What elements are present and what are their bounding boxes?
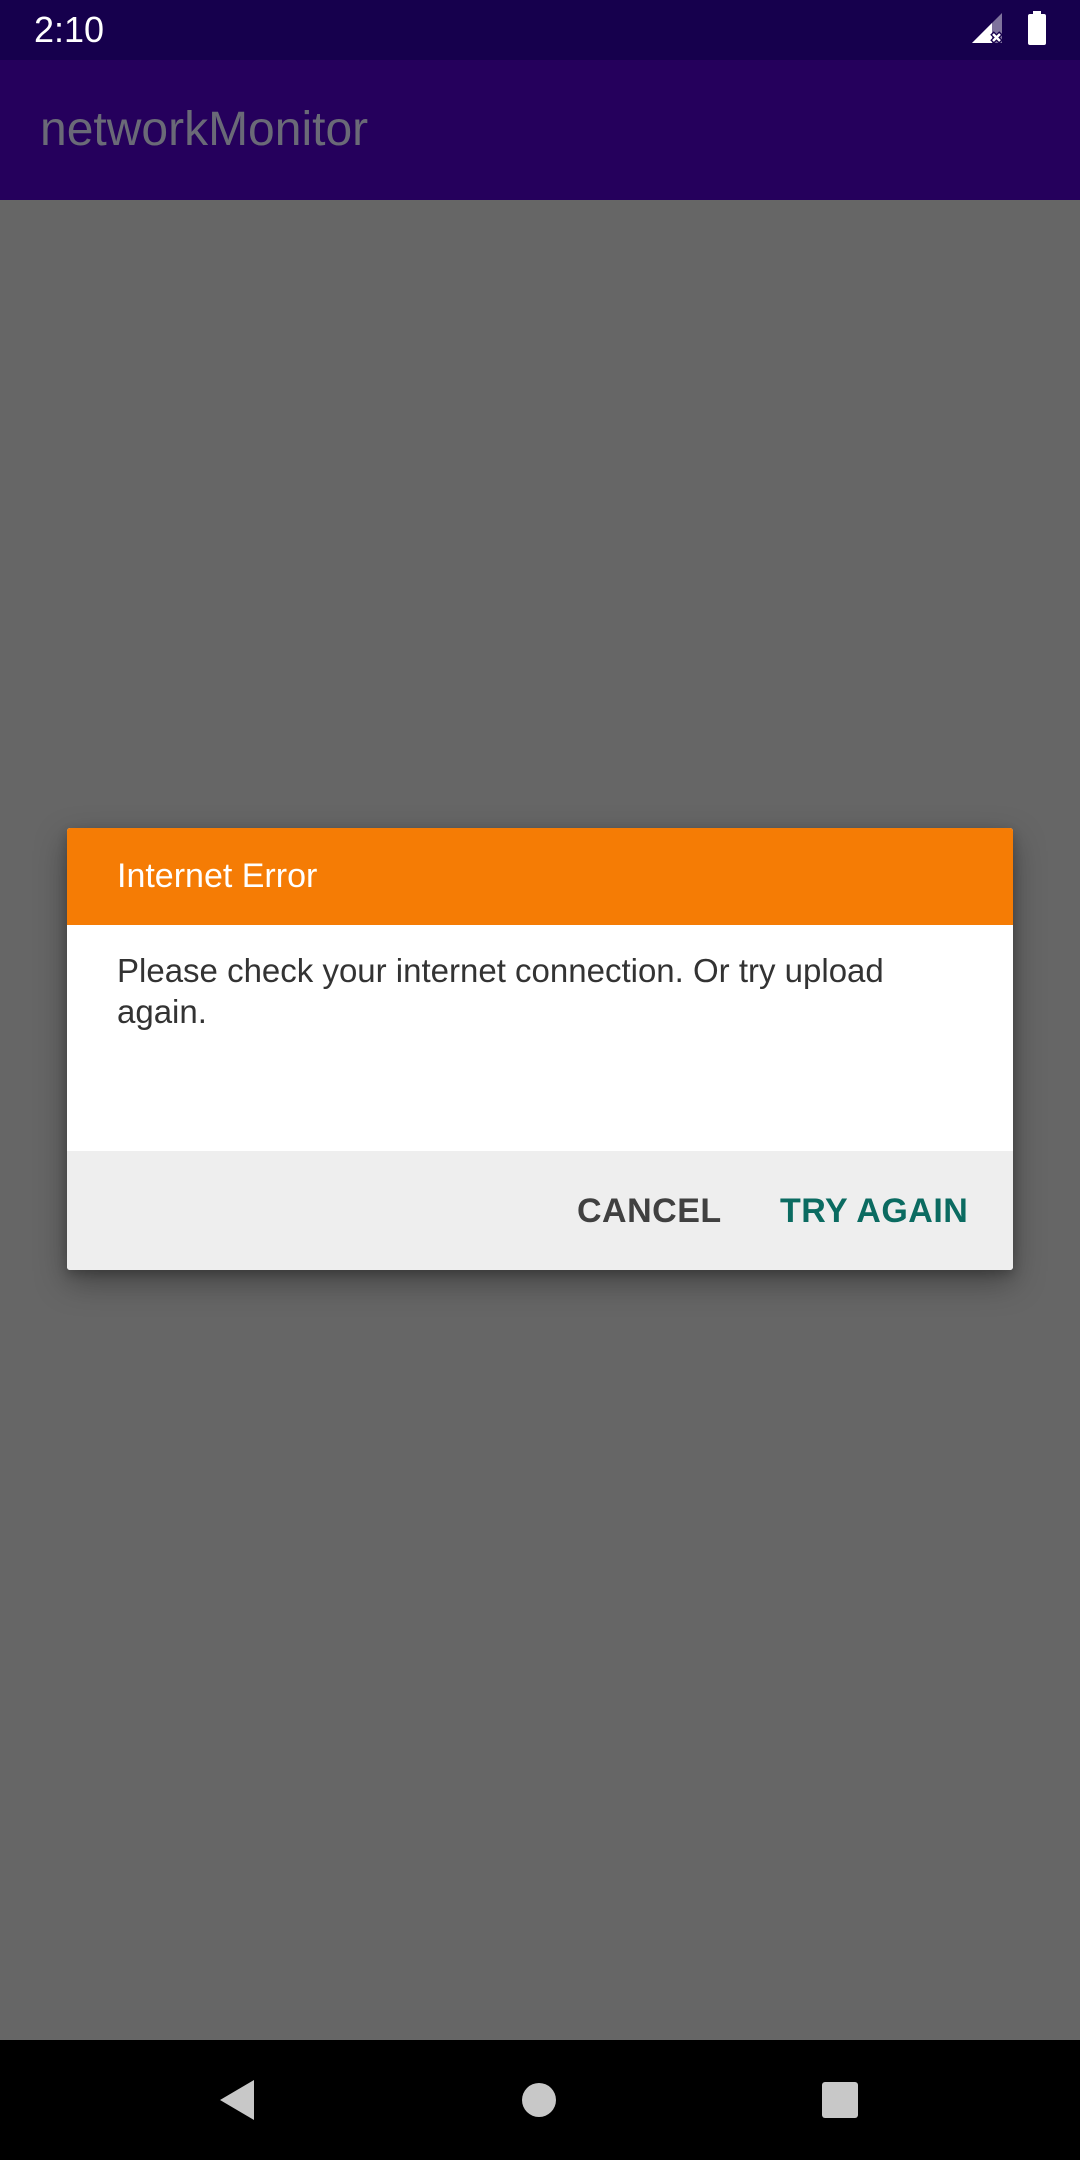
dialog-header: Internet Error [67, 828, 1013, 925]
recents-icon[interactable] [810, 2070, 870, 2130]
dialog-actions: CANCEL TRY AGAIN [67, 1151, 1013, 1270]
status-bar: 2:10 [0, 0, 1080, 60]
home-icon[interactable] [509, 2070, 569, 2130]
internet-error-dialog: Internet Error Please check your interne… [67, 828, 1013, 1270]
back-icon[interactable] [208, 2070, 268, 2130]
app-title: networkMonitor [40, 103, 369, 156]
try-again-button[interactable]: TRY AGAIN [780, 1181, 968, 1241]
navigation-bar [0, 2040, 1080, 2160]
signal-no-data-icon [970, 11, 1004, 50]
screen: 2:10 networkMonitor Internet Error Pleas… [0, 0, 1080, 2160]
app-bar: networkMonitor [0, 60, 1080, 200]
cancel-button[interactable]: CANCEL [577, 1181, 722, 1241]
dialog-message: Please check your internet connection. O… [117, 952, 884, 1030]
status-time: 2:10 [34, 9, 105, 50]
status-icons [970, 10, 1046, 50]
battery-full-icon [1028, 10, 1046, 50]
dialog-title: Internet Error [117, 857, 318, 895]
